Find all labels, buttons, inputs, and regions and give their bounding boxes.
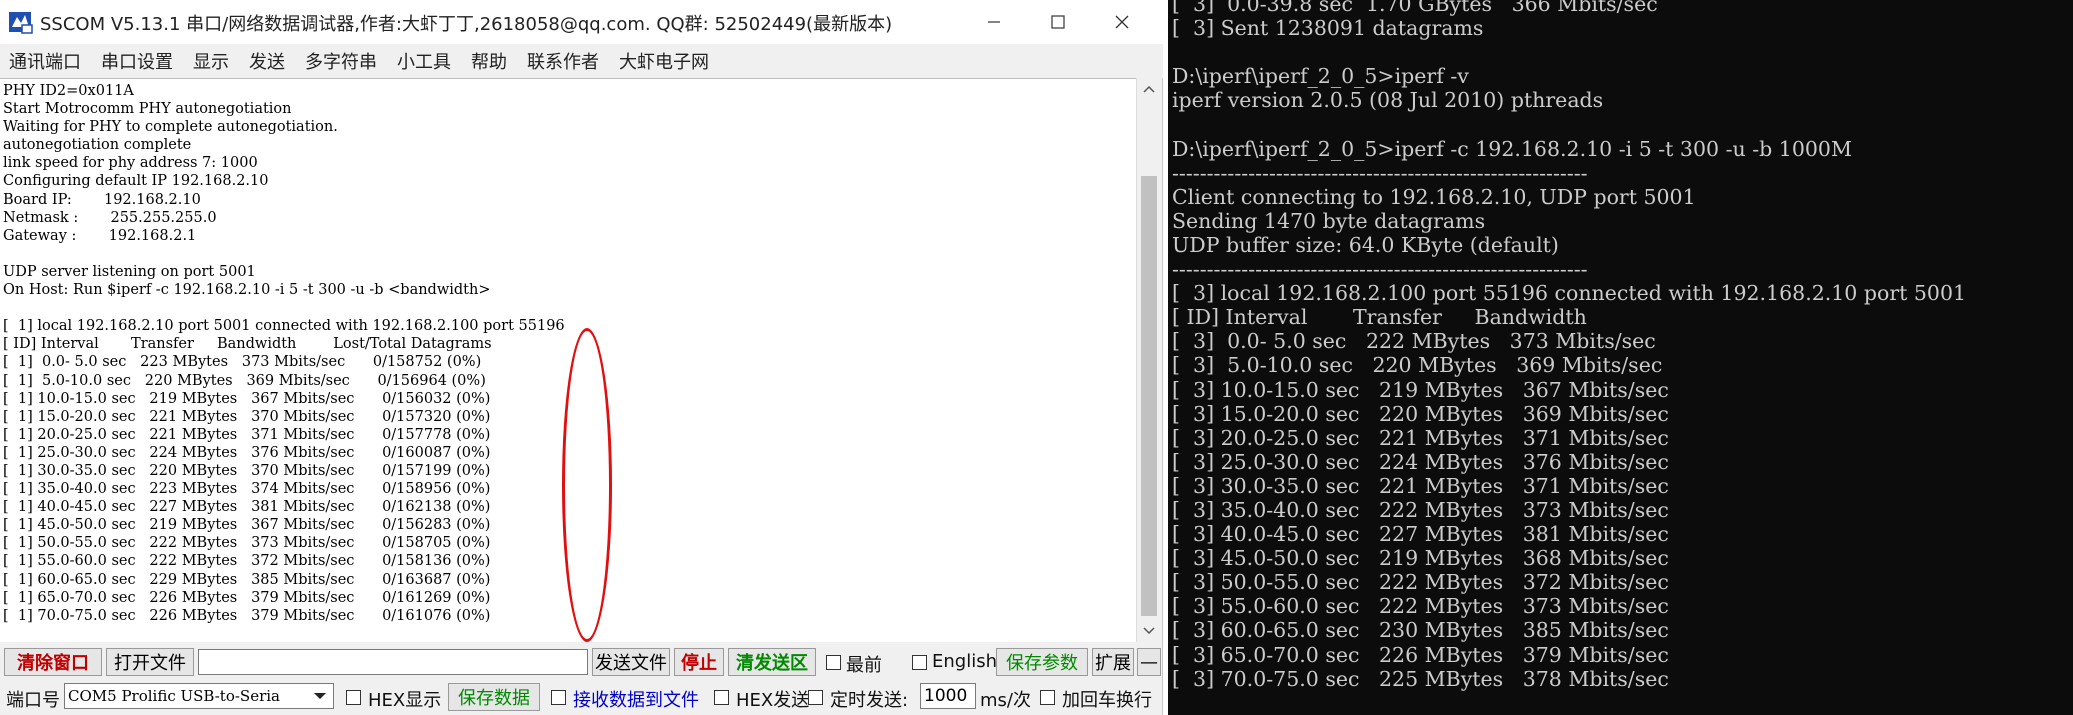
append-crlf-checkbox[interactable] — [1040, 690, 1055, 705]
hex-display-checkbox[interactable] — [346, 690, 361, 705]
minimize-button[interactable] — [962, 0, 1026, 44]
interval-unit-label: ms/次 — [980, 690, 1031, 711]
menu-serial-settings[interactable]: 串口设置 — [92, 48, 184, 74]
scroll-thumb[interactable] — [1141, 176, 1157, 616]
topmost-label: 最前 — [846, 655, 882, 676]
port-select-value: COM5 Prolific USB-to-Seria — [68, 687, 280, 705]
receive-to-file-label: 接收数据到文件 — [573, 690, 699, 711]
cmd-console[interactable]: [ 3] 0.0-39.8 sec 1.70 GBytes 366 Mbits/… — [1168, 0, 2073, 715]
expand-button[interactable]: 扩展 — [1092, 648, 1134, 676]
english-label: English — [932, 651, 997, 672]
port-select[interactable]: COM5 Prolific USB-to-Seria — [64, 683, 334, 709]
file-path-input[interactable] — [198, 649, 588, 675]
menu-bar: 通讯端口 串口设置 显示 发送 多字符串 小工具 帮助 联系作者 大虾电子网 — [0, 44, 1163, 78]
send-file-button[interactable]: 发送文件 — [592, 648, 670, 676]
app-icon — [9, 12, 33, 34]
save-params-button[interactable]: 保存参数 — [996, 648, 1088, 676]
menu-send[interactable]: 发送 — [240, 48, 296, 74]
topmost-checkbox[interactable] — [826, 655, 841, 670]
collapse-button[interactable]: — — [1137, 648, 1161, 676]
menu-contact-author[interactable]: 联系作者 — [518, 48, 610, 74]
sscom-window: SSCOM V5.13.1 串口/网络数据调试器,作者:大虾丁丁,2618058… — [0, 0, 1163, 715]
window-title: SSCOM V5.13.1 串口/网络数据调试器,作者:大虾丁丁,2618058… — [40, 14, 893, 35]
append-crlf-label: 加回车换行 — [1062, 690, 1152, 711]
menu-multi-string[interactable]: 多字符串 — [296, 48, 388, 74]
clear-window-button[interactable]: 清除窗口 — [4, 648, 102, 676]
save-data-button[interactable]: 保存数据 — [448, 683, 540, 711]
menu-daxia-site[interactable]: 大虾电子网 — [610, 48, 720, 74]
menu-help[interactable]: 帮助 — [462, 48, 518, 74]
stop-button[interactable]: 停止 — [674, 648, 724, 676]
receive-to-file-checkbox[interactable] — [551, 690, 566, 705]
open-file-button[interactable]: 打开文件 — [106, 648, 194, 676]
clear-send-area-button[interactable]: 清发送区 — [728, 648, 816, 676]
minimize-icon — [988, 21, 1000, 23]
console-output-text: [ 3] 0.0-39.8 sec 1.70 GBytes 366 Mbits/… — [1172, 0, 1967, 691]
menu-tools[interactable]: 小工具 — [388, 48, 462, 74]
title-bar[interactable]: SSCOM V5.13.1 串口/网络数据调试器,作者:大虾丁丁,2618058… — [0, 0, 1163, 44]
send-toolbar: 清除窗口 打开文件 发送文件 停止 清发送区 最前 English 保存参数 扩… — [0, 646, 1163, 678]
port-label: 端口号 — [6, 690, 60, 711]
timed-send-checkbox[interactable] — [808, 690, 823, 705]
close-button[interactable] — [1090, 0, 1154, 44]
scroll-up-icon[interactable] — [1137, 78, 1161, 100]
maximize-icon — [1051, 15, 1065, 29]
menu-comm-port[interactable]: 通讯端口 — [0, 48, 92, 74]
interval-input[interactable]: 1000 — [920, 683, 976, 709]
maximize-button[interactable] — [1026, 0, 1090, 44]
log-scrollbar[interactable] — [1136, 78, 1160, 642]
dropdown-arrow-icon[interactable] — [312, 690, 328, 702]
highlight-ellipse-annotation — [562, 328, 612, 642]
scroll-down-icon[interactable] — [1137, 620, 1161, 642]
hex-display-label: HEX显示 — [368, 690, 442, 711]
english-checkbox[interactable] — [912, 655, 927, 670]
menu-display[interactable]: 显示 — [184, 48, 240, 74]
timed-send-label: 定时发送: — [830, 690, 909, 711]
port-toolbar: 端口号 COM5 Prolific USB-to-Seria HEX显示 保存数… — [0, 680, 1163, 714]
hex-send-checkbox[interactable] — [714, 690, 729, 705]
close-icon — [1115, 15, 1129, 29]
hex-send-label: HEX发送 — [736, 690, 810, 711]
